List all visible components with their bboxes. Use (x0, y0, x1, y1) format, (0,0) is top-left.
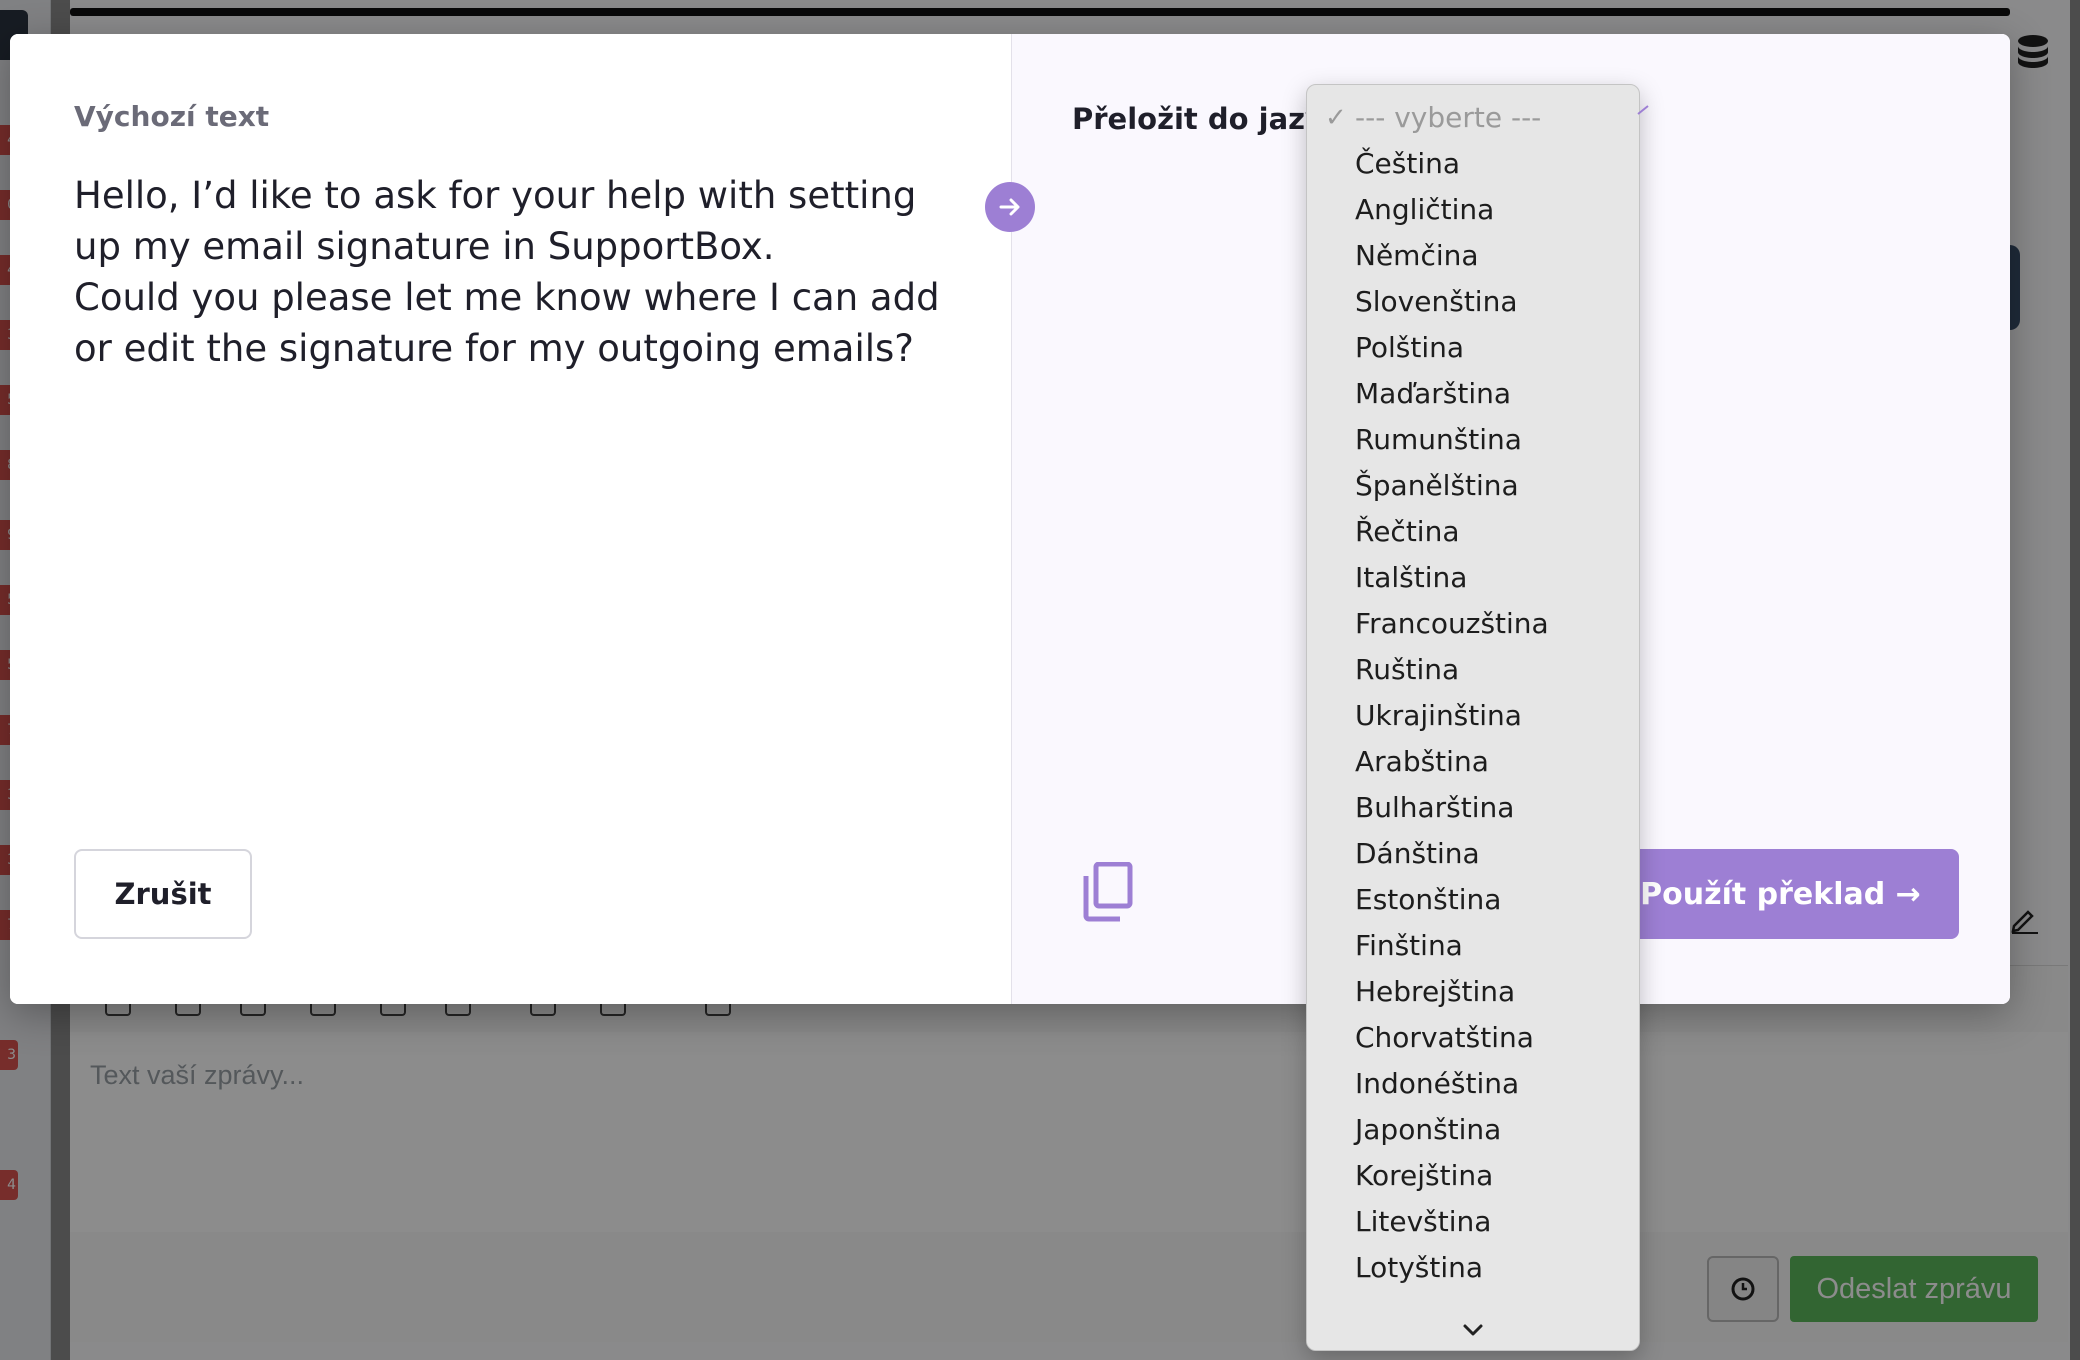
language-option[interactable]: Španělština (1307, 463, 1639, 509)
chevron-down-icon (1463, 1324, 1483, 1336)
translate-modal: Výchozí text Hello, I’d like to ask for … (10, 34, 2010, 1004)
language-option[interactable]: Němčina (1307, 233, 1639, 279)
language-option-placeholder[interactable]: ✓ --- vyberte --- (1307, 95, 1639, 141)
language-option[interactable]: Estonština (1307, 877, 1639, 923)
cancel-button[interactable]: Zrušit (74, 849, 252, 939)
language-options: ✓ --- vyberte --- Čeština Angličtina Němč… (1307, 95, 1639, 1291)
checkmark-icon: ✓ (1325, 103, 1347, 133)
dropdown-fade (1307, 1280, 1639, 1310)
language-option[interactable]: Chorvatština (1307, 1015, 1639, 1061)
source-text: Hello, I’d like to ask for your help wit… (74, 174, 940, 370)
language-option[interactable]: Litevština (1307, 1199, 1639, 1245)
language-option[interactable]: Polština (1307, 325, 1639, 371)
dropdown-scroll-down[interactable] (1307, 1310, 1639, 1350)
apply-translation-button[interactable]: Použít překlad → (1602, 849, 1959, 939)
language-option[interactable]: Rumunština (1307, 417, 1639, 463)
language-option[interactable]: Japonština (1307, 1107, 1639, 1153)
source-pane: Výchozí text Hello, I’d like to ask for … (10, 34, 1010, 1004)
language-option[interactable]: Ukrajinština (1307, 693, 1639, 739)
language-dropdown[interactable]: ✓ --- vyberte --- Čeština Angličtina Němč… (1306, 84, 1640, 1351)
language-option[interactable]: Arabština (1307, 739, 1639, 785)
language-option[interactable]: Indonéština (1307, 1061, 1639, 1107)
language-option[interactable]: Maďarština (1307, 371, 1639, 417)
source-label: Výchozí text (74, 100, 270, 133)
language-option[interactable]: Ruština (1307, 647, 1639, 693)
language-option[interactable]: Dánština (1307, 831, 1639, 877)
select-chevron-icon[interactable] (1636, 104, 1650, 118)
language-option[interactable]: Finština (1307, 923, 1639, 969)
language-option[interactable]: Italština (1307, 555, 1639, 601)
copy-icon[interactable] (1082, 862, 1134, 922)
translate-button[interactable] (985, 182, 1035, 232)
language-option[interactable]: Slovenština (1307, 279, 1639, 325)
arrow-right-icon (999, 198, 1020, 216)
language-option[interactable]: Bulharština (1307, 785, 1639, 831)
language-option[interactable]: Angličtina (1307, 187, 1639, 233)
language-option[interactable]: Francouzština (1307, 601, 1639, 647)
language-option[interactable]: Korejština (1307, 1153, 1639, 1199)
language-option[interactable]: Hebrejština (1307, 969, 1639, 1015)
language-option[interactable]: Řečtina (1307, 509, 1639, 555)
language-option[interactable]: Čeština (1307, 141, 1639, 187)
